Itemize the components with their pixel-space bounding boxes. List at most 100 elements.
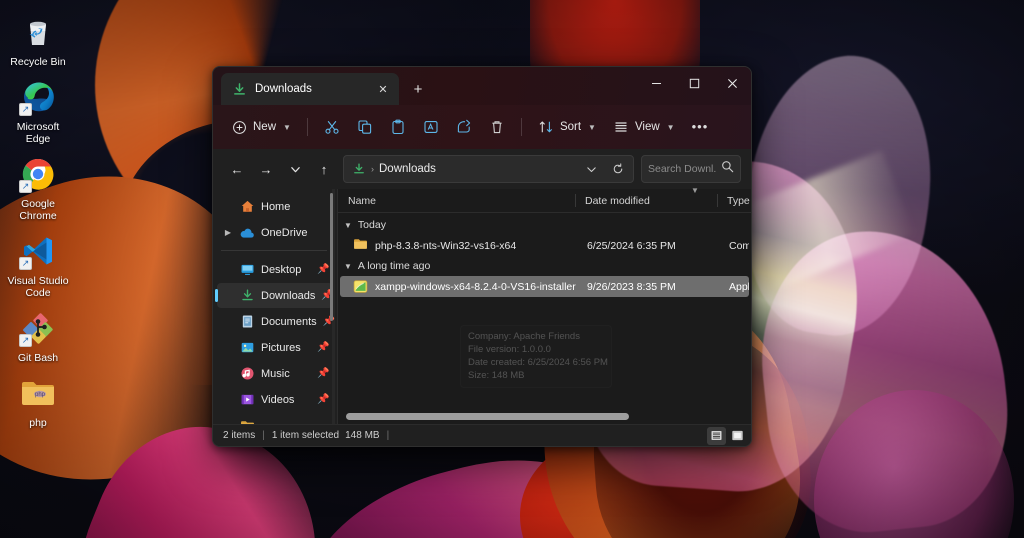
refresh-icon[interactable]: [607, 158, 629, 180]
pin-icon[interactable]: 📌: [317, 342, 329, 353]
column-header-type[interactable]: Type: [717, 189, 751, 212]
sidebar-item-label: OneDrive: [261, 226, 308, 239]
file-date-cell: 6/25/2024 6:35 PM: [587, 239, 676, 252]
sidebar-item-documents[interactable]: Documents 📌: [217, 309, 335, 334]
file-details-tooltip: Company: Apache Friends File version: 1.…: [460, 325, 612, 388]
breadcrumb-downloads[interactable]: Downloads: [379, 163, 575, 175]
sidebar-item-partial[interactable]: [217, 413, 333, 424]
up-button[interactable]: ↑: [310, 155, 338, 183]
delete-button[interactable]: [481, 112, 513, 142]
desktop: Recycle Bin ↗ Microsoft Edge ↗ Google Ch…: [0, 0, 1024, 538]
recent-locations-button[interactable]: [281, 155, 309, 183]
shortcut-arrow-icon: ↗: [19, 103, 32, 116]
tab-close-icon[interactable]: ✕: [373, 79, 393, 99]
search-box[interactable]: [641, 155, 741, 183]
svg-text:php: php: [35, 392, 46, 398]
sidebar-item-label: Videos: [261, 393, 295, 406]
details-view-icon[interactable]: [707, 426, 726, 445]
desktop-icon-recycle-bin[interactable]: Recycle Bin: [2, 8, 74, 73]
documents-icon: [239, 314, 255, 330]
new-tab-button[interactable]: +: [405, 76, 431, 102]
copy-icon: [357, 119, 373, 135]
plus-circle-icon: [231, 119, 247, 135]
file-list-pane: Name Date modified Type ▼ ▼ Today php-8.…: [337, 186, 751, 424]
sidebar-item-videos[interactable]: Videos 📌: [217, 387, 333, 412]
forward-button[interactable]: →: [252, 155, 280, 183]
desktop-icon-visual-studio-code[interactable]: ↗ Visual Studio Code: [2, 227, 74, 304]
table-row[interactable]: xampp-windows-x64-8.2.4-0-VS16-installer…: [340, 276, 749, 297]
chevron-down-icon[interactable]: ▼: [344, 262, 352, 271]
sidebar-item-downloads[interactable]: Downloads 📌: [215, 283, 334, 308]
sidebar-item-pictures[interactable]: Pictures 📌: [217, 335, 333, 360]
tooltip-date-created: Date created: 6/25/2024 6:56 PM: [468, 357, 608, 368]
sidebar-item-label: Downloads: [261, 289, 316, 302]
shortcut-arrow-icon: ↗: [19, 257, 32, 270]
cut-icon: [324, 119, 340, 135]
search-input[interactable]: [648, 163, 717, 175]
desktop-icon-php-folder[interactable]: php php: [2, 369, 74, 434]
column-header-name[interactable]: Name: [338, 189, 575, 212]
close-button[interactable]: [713, 67, 751, 99]
sidebar-scrollbar-thumb[interactable]: [330, 193, 333, 321]
downloads-icon: [232, 82, 247, 97]
address-bar[interactable]: › Downloads: [343, 155, 634, 183]
desktop-icon-label: Visual Studio Code: [7, 275, 69, 299]
navigation-pane: Home ▶ OneDrive Desktop 📌 Downloads 📌 Do…: [213, 189, 337, 424]
maximize-button[interactable]: [675, 67, 713, 99]
file-explorer-window: Downloads ✕ + New ▼ Sort ▼ View ▼ ••• ← …: [212, 66, 752, 447]
address-dropdown-icon[interactable]: [580, 158, 602, 180]
pictures-icon: [239, 340, 255, 356]
minimize-button[interactable]: [637, 67, 675, 99]
tooltip-size: Size: 148 MB: [468, 370, 525, 381]
group-header-label: A long time ago: [357, 260, 431, 272]
toolbar-divider-2: [520, 118, 522, 136]
chevron-down-icon[interactable]: ▼: [344, 221, 352, 230]
new-button[interactable]: New ▼: [223, 112, 299, 142]
pin-icon[interactable]: 📌: [317, 368, 329, 379]
sort-button-label: Sort: [559, 121, 582, 133]
breadcrumb-separator: ›: [371, 164, 374, 174]
table-row[interactable]: php-8.3.8-nts-Win32-vs16-x64 6/25/2024 6…: [340, 235, 749, 256]
rename-button[interactable]: [415, 112, 447, 142]
view-button[interactable]: View ▼: [605, 112, 683, 142]
xampp-icon: [353, 279, 368, 294]
paste-button[interactable]: [382, 112, 414, 142]
sort-indicator-icon: ▼: [691, 186, 699, 195]
pin-icon[interactable]: 📌: [317, 264, 329, 275]
group-header-a-long-time-ago[interactable]: ▼ A long time ago: [338, 256, 751, 276]
sort-button[interactable]: Sort ▼: [530, 112, 604, 142]
git-bash-icon: ↗: [18, 308, 58, 348]
sidebar-item-home[interactable]: Home: [217, 194, 333, 219]
file-name-text: xampp-windows-x64-8.2.4-0-VS16-installer: [375, 280, 576, 293]
desktop-icon-label: php: [29, 417, 47, 429]
desktop-icon-git-bash[interactable]: ↗ Git Bash: [2, 304, 74, 369]
chevron-right-icon[interactable]: ▶: [223, 228, 233, 237]
pin-icon[interactable]: 📌: [317, 394, 329, 405]
desktop-icon-grid: Recycle Bin ↗ Microsoft Edge ↗ Google Ch…: [0, 8, 76, 434]
group-header-today[interactable]: ▼ Today: [338, 215, 751, 235]
search-icon[interactable]: [721, 160, 734, 178]
more-options-button[interactable]: •••: [684, 112, 717, 142]
group-header-label: Today: [357, 219, 386, 231]
copy-button[interactable]: [349, 112, 381, 142]
tab-downloads[interactable]: Downloads ✕: [221, 73, 399, 105]
share-button[interactable]: [448, 112, 480, 142]
status-size: 148 MB: [345, 430, 380, 441]
cut-button[interactable]: [316, 112, 348, 142]
tooltip-company: Company: Apache Friends: [468, 331, 580, 342]
sidebar-item-desktop[interactable]: Desktop 📌: [217, 257, 333, 282]
desktop-icon-microsoft-edge[interactable]: ↗ Microsoft Edge: [2, 73, 74, 150]
sidebar-item-music[interactable]: Music 📌: [217, 361, 333, 386]
horizontal-scrollbar-track[interactable]: [338, 411, 751, 424]
sidebar-item-onedrive[interactable]: ▶ OneDrive: [217, 220, 333, 245]
sidebar-scrollbar-track[interactable]: [330, 189, 335, 424]
onedrive-icon: [239, 225, 255, 241]
desktop-icon-google-chrome[interactable]: ↗ Google Chrome: [2, 150, 74, 227]
status-separator-2: |: [386, 430, 390, 441]
folder-icon: [239, 418, 255, 424]
horizontal-scrollbar-thumb[interactable]: [346, 413, 629, 420]
downloads-icon: [352, 162, 366, 176]
shortcut-arrow-icon: ↗: [19, 180, 32, 193]
back-button[interactable]: ←: [223, 155, 251, 183]
large-icons-view-icon[interactable]: [728, 427, 747, 445]
